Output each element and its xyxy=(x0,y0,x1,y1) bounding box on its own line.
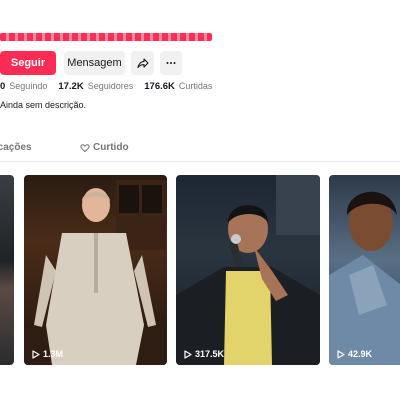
likes-label: Curtidas xyxy=(178,81,213,91)
likes-count: 176.6K xyxy=(144,81,175,92)
more-options-button[interactable] xyxy=(160,51,182,75)
tab-posts-label: blicações xyxy=(0,142,32,153)
username-redacted xyxy=(0,33,212,41)
video-1-scene xyxy=(24,180,167,365)
play-icon xyxy=(32,349,40,359)
tab-liked[interactable]: Curtido xyxy=(80,142,129,153)
follow-button[interactable]: Seguir xyxy=(0,51,56,75)
play-icon xyxy=(337,349,345,359)
play-icon xyxy=(184,349,192,359)
profile-stats: 0 Seguindo 17.2K Seguidores 176.6K Curti… xyxy=(0,81,223,92)
tabs-divider xyxy=(0,161,400,162)
following-label: Seguindo xyxy=(9,81,48,91)
video-thumbnail-1[interactable]: 1.3M xyxy=(24,175,167,365)
video-views-count: 42.9K xyxy=(348,349,373,359)
message-button[interactable]: Mensagem xyxy=(64,51,125,75)
video-thumbnail-3[interactable]: 42.9K xyxy=(329,175,400,365)
video-views-2: 317.5K xyxy=(184,349,224,359)
video-views-count: 1.3M xyxy=(43,349,64,359)
share-button[interactable] xyxy=(131,51,154,75)
following-count: 0 xyxy=(0,81,6,92)
more-icon xyxy=(166,62,176,64)
video-views-1: 1.3M xyxy=(32,349,63,359)
profile-tabs: blicações Curtido xyxy=(0,142,400,162)
followers-label: Seguidores xyxy=(87,81,134,91)
tab-liked-label: Curtido xyxy=(93,142,129,153)
share-icon xyxy=(136,58,149,69)
video-3-scene xyxy=(329,191,400,365)
followers-count: 17.2K xyxy=(58,81,84,92)
video-views-count: 317.5K xyxy=(195,349,225,359)
heart-outline-icon xyxy=(80,143,90,152)
video-views-3: 42.9K xyxy=(337,349,372,359)
video-thumbnail-2[interactable]: 317.5K xyxy=(176,175,320,365)
video-2-scene xyxy=(176,175,320,365)
tab-posts[interactable]: blicações xyxy=(0,142,32,153)
profile-bio: Ainda sem descrição. xyxy=(0,100,87,110)
video-thumbnail-0[interactable] xyxy=(0,175,14,365)
